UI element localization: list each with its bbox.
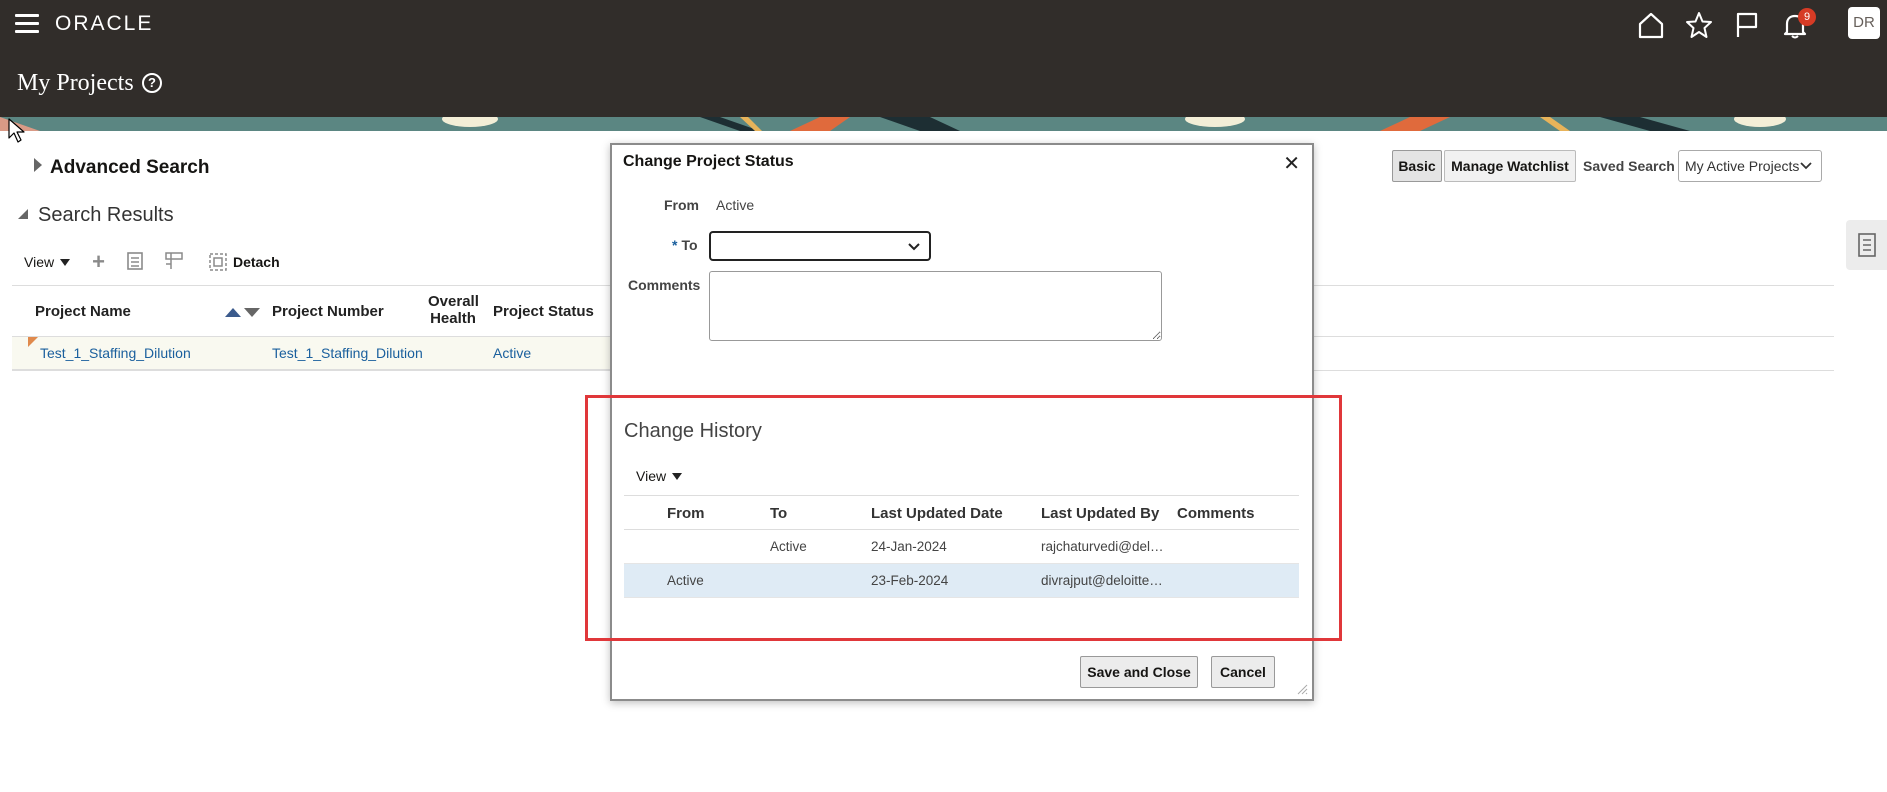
view-menu-label: View <box>24 254 55 270</box>
overall-health-line1: Overall <box>428 293 479 310</box>
column-header-project-number[interactable]: Project Number <box>272 303 384 320</box>
change-history-title: Change History <box>624 420 762 442</box>
history-date-cell: 23-Feb-2024 <box>871 573 949 588</box>
saved-search-value: My Active Projects <box>1685 158 1800 174</box>
dropdown-caret-icon <box>60 258 71 266</box>
to-label: * To <box>672 237 698 253</box>
basic-search-button[interactable]: Basic <box>1392 150 1442 182</box>
row-flag-icon <box>28 337 38 347</box>
results-toolbar: View + Detach <box>24 249 280 275</box>
cancel-button[interactable]: Cancel <box>1211 656 1275 688</box>
notification-count-badge: 9 <box>1798 8 1816 26</box>
column-header-project-status[interactable]: Project Status <box>493 303 594 320</box>
sort-arrows[interactable] <box>225 308 260 317</box>
history-col-by[interactable]: Last Updated By <box>1041 505 1159 522</box>
dialog-title: Change Project Status <box>623 153 794 170</box>
resize-grip-icon[interactable] <box>1296 683 1308 695</box>
watchlist-flag-icon[interactable] <box>1732 10 1762 40</box>
history-by-cell: divrajput@deloitte… <box>1041 573 1163 588</box>
table-row[interactable]: Active 24-Jan-2024 rajchaturvedi@del… <box>624 530 1299 564</box>
page-title: My Projects <box>17 70 134 96</box>
freeze-columns-icon[interactable] <box>165 251 183 273</box>
home-icon[interactable] <box>1636 10 1666 40</box>
advanced-search-toggle[interactable]: Advanced Search <box>34 157 209 179</box>
change-project-status-dialog: Change Project Status ✕ From Active * To … <box>610 143 1314 701</box>
required-marker: * <box>672 237 678 253</box>
project-number-link[interactable]: Test_1_Staffing_Dilution <box>272 345 423 361</box>
favorites-star-icon[interactable] <box>1684 10 1714 40</box>
to-label-text: To <box>681 237 698 253</box>
overall-health-line2: Health <box>430 310 476 327</box>
history-date-cell: 24-Jan-2024 <box>871 539 947 554</box>
history-col-date[interactable]: Last Updated Date <box>871 505 1003 522</box>
save-and-close-button[interactable]: Save and Close <box>1080 656 1198 688</box>
view-menu[interactable]: View <box>24 254 71 270</box>
history-by-cell: rajchaturvedi@del… <box>1041 539 1164 554</box>
menu-icon[interactable] <box>15 14 39 34</box>
collapse-triangle-icon <box>18 209 28 219</box>
history-col-comments[interactable]: Comments <box>1177 505 1255 522</box>
history-view-label: View <box>636 468 667 484</box>
history-to-cell: Active <box>770 539 807 554</box>
comments-label: Comments <box>628 277 701 293</box>
column-header-overall-health[interactable]: Overall Health <box>428 293 479 327</box>
add-icon[interactable]: + <box>92 249 105 275</box>
expand-triangle-icon <box>34 158 42 172</box>
dropdown-caret-icon <box>672 472 683 480</box>
user-avatar[interactable]: DR <box>1848 7 1880 39</box>
history-col-from[interactable]: From <box>667 505 705 522</box>
manage-watchlist-button[interactable]: Manage Watchlist <box>1444 150 1576 182</box>
oracle-logo: ORACLE <box>55 12 154 35</box>
mouse-cursor-icon <box>8 118 25 143</box>
history-table-header: From To Last Updated Date Last Updated B… <box>624 495 1299 530</box>
sort-ascending-icon[interactable] <box>225 308 241 317</box>
side-panel-list-icon <box>1858 233 1876 257</box>
history-view-menu[interactable]: View <box>636 468 683 484</box>
detach-label: Detach <box>232 254 280 270</box>
search-results-header[interactable]: Search Results <box>18 204 174 227</box>
sort-descending-icon[interactable] <box>244 308 260 317</box>
history-from-cell: Active <box>667 573 704 588</box>
close-icon[interactable]: ✕ <box>1283 151 1300 176</box>
chevron-down-icon <box>908 243 920 251</box>
table-row[interactable]: Test_1_Staffing_Dilution Test_1_Staffing… <box>12 337 612 370</box>
saved-search-select[interactable]: My Active Projects <box>1678 150 1822 182</box>
from-value: Active <box>716 197 755 213</box>
saved-search-label: Saved Search <box>1583 158 1675 174</box>
search-results-label: Search Results <box>38 204 174 226</box>
from-label: From <box>664 197 699 213</box>
detach-button[interactable]: Detach <box>209 253 280 271</box>
to-status-select[interactable] <box>709 231 931 261</box>
history-col-to[interactable]: To <box>770 505 787 522</box>
project-status-link[interactable]: Active <box>493 345 531 361</box>
help-icon[interactable]: ? <box>142 73 162 93</box>
comments-textarea[interactable] <box>709 271 1162 341</box>
advanced-search-label: Advanced Search <box>50 157 210 178</box>
table-row[interactable]: Active 23-Feb-2024 divrajput@deloitte… <box>624 564 1299 598</box>
project-name-link[interactable]: Test_1_Staffing_Dilution <box>40 345 191 361</box>
global-header: ORACLE My Projects ? 9 DR <box>0 0 1887 117</box>
column-header-project-name[interactable]: Project Name <box>35 303 131 320</box>
detach-icon <box>209 253 227 271</box>
decorative-banner <box>0 117 1887 131</box>
edit-list-icon[interactable] <box>127 251 143 273</box>
side-panel-tab[interactable] <box>1846 220 1887 270</box>
chevron-down-icon <box>1800 162 1812 170</box>
